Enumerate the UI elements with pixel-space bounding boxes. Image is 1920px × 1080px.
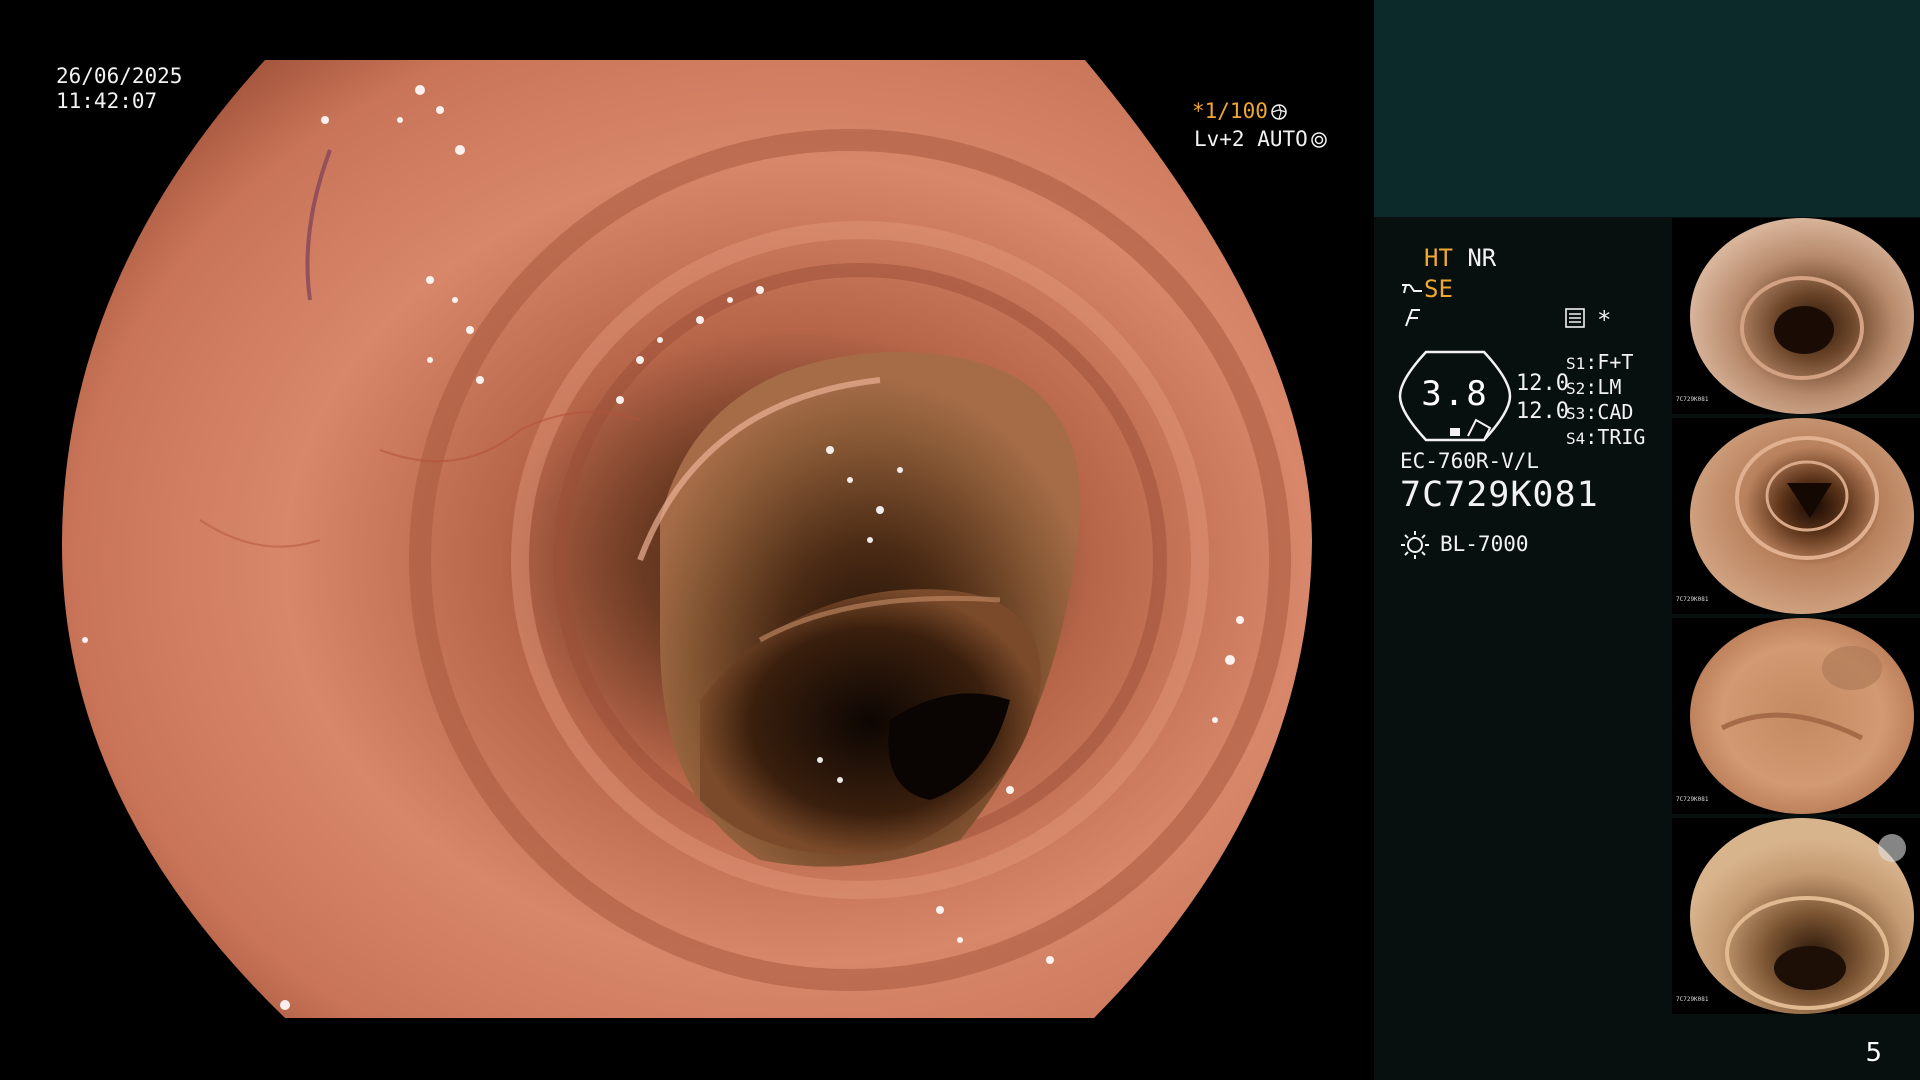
thumbnail-image xyxy=(1690,418,1914,614)
mode-row: HT NR xyxy=(1424,244,1496,272)
light-source-icon xyxy=(1401,531,1429,559)
iris-label: Lv+2 AUTO xyxy=(1194,127,1308,151)
se-label: SE xyxy=(1424,275,1453,303)
thumbnail-serial: 7C729K081 xyxy=(1676,996,1709,1003)
shutter-icon xyxy=(1271,104,1287,120)
ht-label: HT xyxy=(1424,244,1453,272)
thumbnail-1[interactable]: 7C729K081 xyxy=(1672,218,1920,414)
endoscope-view: 26/06/2025 11:42:07 *1/100 Lv+2 AUTO xyxy=(0,0,1374,1080)
scope-serial: 7C729K081 xyxy=(1400,475,1599,515)
color-enhance-icon xyxy=(1405,309,1420,327)
thumbnail-image xyxy=(1690,618,1914,814)
shutter-label: *1/100 xyxy=(1192,99,1268,123)
date-label: 26/06/2025 xyxy=(56,64,183,88)
light-source-label: BL-7000 xyxy=(1440,532,1529,556)
endoscope-image xyxy=(61,60,1312,1018)
datetime-overlay: 26/06/2025 11:42:07 xyxy=(56,64,182,114)
nr-label: NR xyxy=(1467,244,1497,272)
thumbnail-serial: 7C729K081 xyxy=(1676,596,1709,603)
time-label: 11:42:07 xyxy=(56,89,158,113)
switch-s4: S4:TRIG xyxy=(1566,425,1646,449)
panel-header xyxy=(1374,0,1920,217)
thumbnail-4[interactable]: 7C729K081 xyxy=(1672,818,1920,1014)
settings-list-icon xyxy=(1565,308,1585,328)
thumbnail-serial: 7C729K081 xyxy=(1676,796,1709,803)
iris-readout: Lv+2 AUTO xyxy=(1194,127,1327,151)
thumbnail-3[interactable]: 7C729K081 xyxy=(1672,618,1920,814)
shutter-readout: *1/100 xyxy=(1192,99,1287,123)
page-number: 5 xyxy=(1865,1038,1882,1068)
gain-bottom: 12.0 xyxy=(1516,399,1569,424)
scope-model: EC-760R-V/L xyxy=(1400,449,1540,473)
thumbnail-2[interactable]: 7C729K081 xyxy=(1672,418,1920,614)
gain-top: 12.0 xyxy=(1516,371,1569,396)
zoom-value: 3.8 xyxy=(1421,374,1489,414)
asterisk-label: * xyxy=(1597,306,1612,334)
iris-icon xyxy=(1311,132,1327,148)
thumbnail-image xyxy=(1690,818,1914,1014)
structure-icon xyxy=(1402,284,1422,294)
thumbnail-image xyxy=(1690,218,1914,414)
thumbnail-serial: 7C729K081 xyxy=(1676,396,1709,403)
se-row: SE xyxy=(1400,275,1453,303)
